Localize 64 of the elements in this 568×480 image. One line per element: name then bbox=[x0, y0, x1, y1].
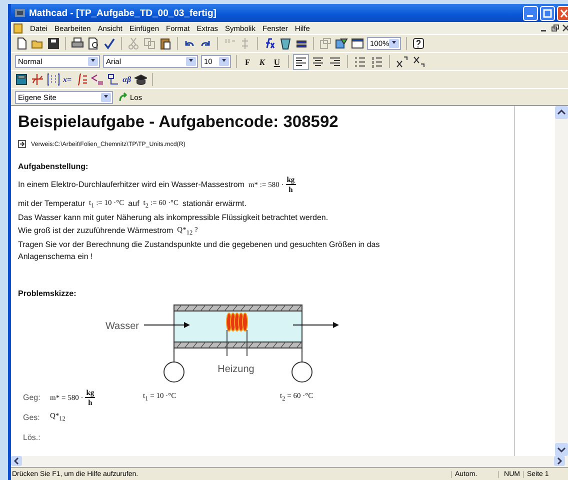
inlet-arrow bbox=[144, 322, 190, 328]
minimize-icon[interactable] bbox=[523, 6, 538, 20]
section-heading: Aufgabenstellung: bbox=[18, 162, 90, 171]
function-icon[interactable] bbox=[263, 37, 276, 50]
paragraph-text: stationär erwärmt. bbox=[182, 199, 246, 208]
scroll-up-icon[interactable] bbox=[555, 106, 568, 119]
comparison-icon[interactable] bbox=[90, 73, 104, 86]
maximize-icon[interactable] bbox=[540, 6, 555, 20]
superscript-icon[interactable] bbox=[395, 54, 410, 68]
align-right-icon[interactable] bbox=[328, 54, 342, 68]
help-icon[interactable] bbox=[412, 37, 425, 50]
vertical-scrollbar[interactable] bbox=[555, 106, 568, 456]
heating-coil-drawing bbox=[226, 312, 248, 356]
graduation-cap-icon[interactable] bbox=[134, 73, 148, 86]
paragraph-text: In einem Elektro-Durchlauferhitzer wird ein Wasser-Massestrom bbox=[18, 180, 244, 189]
underline-button[interactable]: U bbox=[270, 54, 284, 68]
given-label: Geg: bbox=[22, 392, 42, 402]
bold-button[interactable]: F bbox=[242, 54, 254, 68]
subscript-icon[interactable] bbox=[412, 54, 426, 68]
inlet-label: Wasser bbox=[105, 321, 139, 332]
program-icon[interactable] bbox=[106, 73, 120, 86]
math-palette-button[interactable]: αβ bbox=[122, 75, 132, 84]
measuring-point-drawing bbox=[164, 348, 184, 382]
bullet-list-icon[interactable] bbox=[353, 54, 368, 68]
paragraph-text: auf bbox=[128, 199, 140, 208]
align-center-icon[interactable] bbox=[311, 54, 326, 68]
go-arrow-icon bbox=[118, 92, 128, 102]
unit-icon[interactable] bbox=[279, 37, 292, 50]
scroll-right-icon[interactable] bbox=[554, 456, 565, 466]
graph-icon[interactable] bbox=[31, 73, 44, 86]
paste-icon[interactable] bbox=[159, 37, 172, 50]
printer-icon[interactable] bbox=[71, 37, 84, 50]
restore-icon[interactable] bbox=[551, 24, 559, 32]
paragraph-text: Das Wasser kann mit guter Näherung als inkompressible Flüssigkeit betrachtet werden. bbox=[18, 212, 328, 222]
window-icon[interactable] bbox=[351, 37, 364, 50]
matrix-icon[interactable] bbox=[47, 73, 60, 86]
paragraph-text: mit der Temperatur bbox=[18, 199, 85, 208]
paragraph-text: Wie groß ist der zuzuführende Wärmestrom bbox=[18, 226, 174, 235]
paragraph-text: Tragen Sie vor der Berechnung die Zustandspunkte und die gegebenen und gesuchten Größen in das Anlagenschema ein ! bbox=[18, 239, 381, 263]
close-icon[interactable] bbox=[562, 24, 568, 32]
numbered-list-icon[interactable] bbox=[370, 54, 384, 68]
print-preview-icon[interactable] bbox=[87, 37, 100, 50]
reference-icon bbox=[18, 140, 26, 148]
given-label: Lös.: bbox=[22, 432, 42, 442]
calculator-icon[interactable] bbox=[15, 73, 28, 86]
document-icon bbox=[13, 22, 23, 34]
heater-label: Heizung bbox=[218, 364, 254, 375]
save-icon[interactable] bbox=[47, 37, 60, 50]
math-palette-button[interactable]: x= bbox=[63, 75, 72, 84]
section-heading: Problemskizze: bbox=[18, 289, 78, 298]
horizontal-scrollbar[interactable] bbox=[11, 456, 568, 467]
align-left-icon[interactable] bbox=[294, 54, 308, 68]
given-label: Ges: bbox=[22, 412, 41, 422]
window-title: Mathcad - [TP_Aufgabe_TD_00_03_fertig] bbox=[29, 8, 216, 18]
scroll-down-icon[interactable] bbox=[555, 443, 568, 456]
new-document-icon[interactable] bbox=[15, 37, 28, 50]
document-heading: Beispielaufgabe - Aufgabencode: 308592 bbox=[18, 113, 340, 132]
spell-check-icon[interactable] bbox=[103, 37, 116, 50]
arrow-page-icon[interactable] bbox=[335, 37, 348, 50]
scroll-left-icon[interactable] bbox=[11, 456, 22, 466]
italic-button[interactable]: K bbox=[256, 54, 268, 68]
measuring-point-drawing bbox=[292, 348, 312, 382]
outlet-arrow bbox=[292, 322, 339, 328]
app-icon bbox=[14, 7, 26, 19]
